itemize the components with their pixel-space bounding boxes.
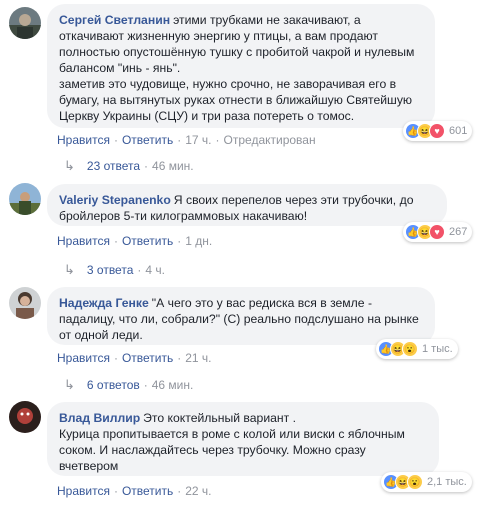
love-reaction-icon: ♥	[429, 123, 445, 139]
comment-actions: Нравится · Ответить · 21 ч.	[57, 351, 212, 365]
wow-reaction-icon: 😮	[402, 341, 418, 357]
reaction-count: 2,1 тыс.	[427, 476, 467, 488]
reply-button[interactable]: Ответить	[122, 484, 173, 498]
reactions-summary[interactable]: 👍 😆 😮 1 тыс.	[376, 339, 458, 359]
comment-text-line: откачивают жизненную энергию у птицы, а …	[59, 29, 378, 43]
comment-actions: Нравится · Ответить · 17 ч. · Отредактирован	[57, 133, 316, 147]
like-button[interactable]: Нравится	[57, 351, 110, 365]
comment-text-line: бройлеров 5-ти килограммовых накачиваю!	[59, 209, 308, 223]
view-replies[interactable]: ↳ 23 ответа · 46 мин.	[64, 158, 194, 174]
comment-text-line: Курица пропитывается в роме с колой или …	[59, 427, 405, 441]
comment-bubble: Valeriy Stepanenko Я своих перепелов чере…	[47, 184, 447, 226]
comment-text-line: полностью опустошённую тушку с пробитой …	[59, 45, 415, 59]
comment-time[interactable]: 21 ч.	[185, 351, 211, 365]
comment-text-line: балансом "инь - янь".	[59, 61, 181, 75]
comment-text-line: Церкву Украины (СЦУ) и три раза потереть…	[59, 109, 355, 123]
comment-bubble: Сергей Светланин этими трубками не закачи…	[47, 4, 435, 128]
comment-author[interactable]: Надежда Генке	[59, 296, 149, 310]
comment-author[interactable]: Valeriy Stepanenko	[59, 193, 171, 207]
comment-time[interactable]: 17 ч.	[185, 133, 211, 147]
reply-button[interactable]: Ответить	[122, 133, 173, 147]
reactions-summary[interactable]: 👍 😆 ♥ 267	[403, 222, 473, 242]
avatar[interactable]	[9, 401, 41, 433]
comment-text-line: падалицу, что ли, собрали?" (С) реально …	[59, 312, 419, 326]
comment-time[interactable]: 22 ч.	[185, 484, 211, 498]
comment-text-line: бумагу, на вытянутых руках отнести в бли…	[59, 93, 413, 107]
reaction-count: 267	[449, 226, 468, 238]
reply-button[interactable]: Ответить	[122, 351, 173, 365]
comment-text-line: Это коктейльный вариант .	[143, 411, 296, 425]
reply-arrow-icon: ↳	[64, 158, 75, 173]
comment-text-line: Я своих перепелов через эти трубочки, до	[173, 193, 414, 207]
comment-author[interactable]: Сергей Светланин	[59, 13, 170, 27]
comment-bubble: Влад Виллир Это коктейльный вариант . Кур…	[47, 402, 439, 476]
reply-arrow-icon: ↳	[64, 262, 75, 277]
reaction-count: 1 тыс.	[422, 343, 453, 355]
reply-arrow-icon: ↳	[64, 377, 75, 392]
love-reaction-icon: ♥	[429, 224, 445, 240]
replies-time: 46 мин.	[152, 159, 194, 173]
replies-count[interactable]: 3 ответа	[87, 263, 133, 277]
comment-text-line: заметив это чудовище, нужно срочно, не з…	[59, 77, 397, 91]
comment-text-line: "А чего это у вас редиска вся в земле -	[151, 296, 373, 310]
replies-time: 46 мин.	[151, 378, 194, 392]
replies-time: 4 ч.	[145, 263, 165, 277]
wow-reaction-icon: 😮	[407, 474, 423, 490]
like-button[interactable]: Нравится	[57, 234, 110, 248]
view-replies[interactable]: ↳ 3 ответа · 4 ч.	[64, 262, 165, 278]
view-replies[interactable]: ↳ 6 ответов · 46 мин.	[64, 377, 193, 393]
avatar[interactable]	[9, 7, 41, 39]
comment-text-line: этими трубками не закачивают, а	[173, 13, 361, 27]
comment-text-line: соком. И наслаждайтесь через трубочку. М…	[59, 443, 366, 457]
reactions-summary[interactable]: 👍 😆 ♥ 601	[403, 121, 473, 141]
comment-bubble: Надежда Генке "А чего это у вас редиска в…	[47, 287, 435, 345]
comment-text-line: вчетвером	[59, 459, 119, 473]
like-button[interactable]: Нравится	[57, 484, 110, 498]
replies-count[interactable]: 6 ответов	[87, 378, 140, 392]
avatar[interactable]	[9, 287, 41, 319]
like-button[interactable]: Нравится	[57, 133, 110, 147]
reactions-summary[interactable]: 👍 😆 😮 2,1 тыс.	[381, 472, 472, 492]
comment-actions: Нравится · Ответить · 22 ч.	[57, 484, 212, 498]
reply-button[interactable]: Ответить	[122, 234, 173, 248]
comment-text-line: от одной леди.	[59, 328, 143, 342]
edited-label[interactable]: Отредактирован	[224, 133, 316, 147]
reaction-count: 601	[449, 125, 468, 137]
replies-count[interactable]: 23 ответа	[87, 159, 140, 173]
comment-author[interactable]: Влад Виллир	[59, 411, 140, 425]
comment-time[interactable]: 1 дн.	[185, 234, 212, 248]
comment-actions: Нравится · Ответить · 1 дн.	[57, 234, 213, 248]
avatar[interactable]	[9, 183, 41, 215]
